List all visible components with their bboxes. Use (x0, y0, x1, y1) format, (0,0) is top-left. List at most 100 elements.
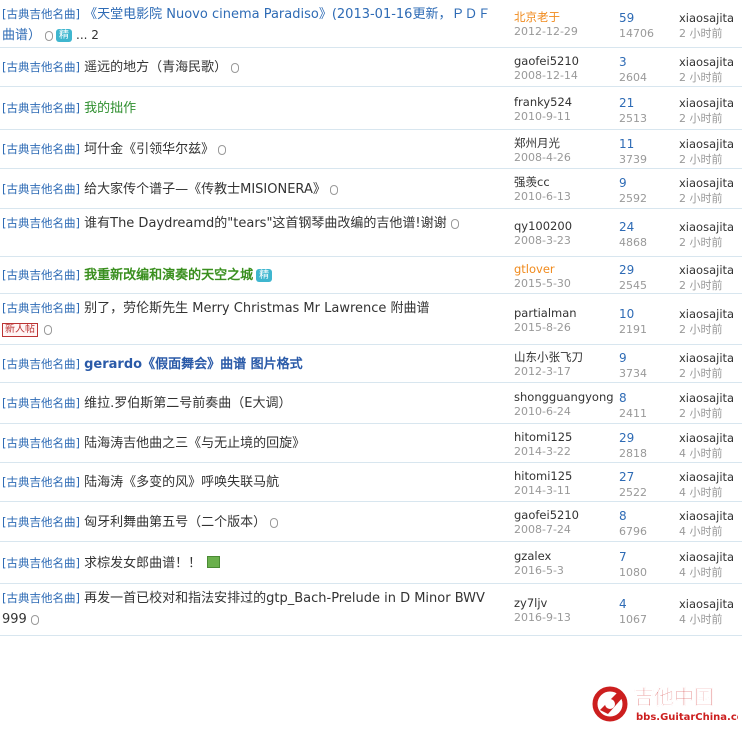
reply-count[interactable]: 29 (619, 263, 634, 277)
reply-count[interactable]: 11 (619, 137, 634, 151)
author-link[interactable]: hitomi125 (514, 430, 572, 444)
last-post-time[interactable]: 4 小时前 (679, 486, 723, 499)
category-link[interactable]: [古典吉他名曲] (2, 216, 80, 230)
last-post-time[interactable]: 2 小时前 (679, 279, 723, 292)
last-poster-link[interactable]: xiaosajita (679, 509, 734, 523)
category-link[interactable]: [古典吉他名曲] (2, 436, 80, 450)
last-poster-link[interactable]: xiaosajita (679, 137, 734, 151)
last-post-time[interactable]: 4 小时前 (679, 566, 723, 579)
last-post-time[interactable]: 2 小时前 (679, 71, 723, 84)
reply-count[interactable]: 7 (619, 550, 627, 564)
thread-title-link[interactable]: 陆海涛《多变的风》呼唤失联马航 (84, 475, 279, 490)
author-link[interactable]: gzalex (514, 549, 551, 563)
author-link[interactable]: 山东小张飞刀 (514, 350, 583, 364)
last-poster-link[interactable]: xiaosajita (679, 550, 734, 564)
thread-title-link[interactable]: 别了，劳伦斯先生 Merry Christmas Mr Lawrence 附曲谱 (84, 301, 429, 316)
category-link[interactable]: [古典吉他名曲] (2, 60, 80, 74)
thread-title-link[interactable]: 我重新改编和演奏的天空之城 (84, 268, 253, 283)
last-poster-link[interactable]: xiaosajita (679, 307, 734, 321)
last-poster-link[interactable]: xiaosajita (679, 55, 734, 69)
author-link[interactable]: 北京老于 (514, 10, 560, 24)
thread-title-link[interactable]: gerardo《假面舞会》曲谱 图片格式 (84, 357, 302, 372)
last-poster-link[interactable]: xiaosajita (679, 470, 734, 484)
last-poster-link[interactable]: xiaosajita (679, 431, 734, 445)
author-link[interactable]: gaofei5210 (514, 54, 579, 68)
author-link[interactable]: zy7ljv (514, 596, 547, 610)
thread-title-link[interactable]: 谁有The Daydreamd的"tears"这首钢琴曲改编的吉他谱!谢谢 (84, 216, 447, 231)
thread-title-cell: [古典吉他名曲] 坷什金《引领华尔兹》 (2, 139, 502, 160)
thread-title-link[interactable]: 遥远的地方（青海民歌） (84, 60, 227, 75)
reply-count[interactable]: 9 (619, 351, 627, 365)
author-link[interactable]: gaofei5210 (514, 508, 579, 522)
category-link[interactable]: [古典吉他名曲] (2, 475, 80, 489)
category-link[interactable]: [古典吉他名曲] (2, 301, 80, 315)
last-poster-link[interactable]: xiaosajita (679, 11, 734, 25)
last-post-time[interactable]: 2 小时前 (679, 407, 723, 420)
thread-row: [古典吉他名曲] 匈牙利舞曲第五号（二个版本） gaofei5210 2008-7-… (0, 502, 742, 542)
last-poster-link[interactable]: xiaosajita (679, 220, 734, 234)
thread-title-link[interactable]: 维拉.罗伯斯第二号前奏曲（E大调） (84, 396, 291, 411)
category-link[interactable]: [古典吉他名曲] (2, 101, 80, 115)
author-link[interactable]: qy100200 (514, 219, 572, 233)
reply-count[interactable]: 24 (619, 220, 634, 234)
last-poster-link[interactable]: xiaosajita (679, 391, 734, 405)
author-link[interactable]: hitomi125 (514, 469, 572, 483)
last-post-time[interactable]: 2 小时前 (679, 367, 723, 380)
last-poster-link[interactable]: xiaosajita (679, 351, 734, 365)
category-link[interactable]: [古典吉他名曲] (2, 556, 80, 570)
author-link[interactable]: 强羡cc (514, 175, 550, 189)
reply-count[interactable]: 10 (619, 307, 634, 321)
last-post-cell: xiaosajita 4 小时前 (679, 508, 734, 539)
author-link[interactable]: partialman (514, 306, 577, 320)
thread-title-link[interactable]: 我的拙作 (84, 101, 136, 116)
last-poster-link[interactable]: xiaosajita (679, 176, 734, 190)
last-post-time[interactable]: 2 小时前 (679, 192, 723, 205)
last-post-time[interactable]: 2 小时前 (679, 27, 723, 40)
last-post-time[interactable]: 4 小时前 (679, 525, 723, 538)
reply-count[interactable]: 27 (619, 470, 634, 484)
reply-count[interactable]: 59 (619, 11, 634, 25)
attachment-icon (30, 615, 39, 625)
thread-title-link[interactable]: 匈牙利舞曲第五号（二个版本） (84, 515, 266, 530)
reply-count[interactable]: 29 (619, 431, 634, 445)
category-link[interactable]: [古典吉他名曲] (2, 357, 80, 371)
category-link[interactable]: [古典吉他名曲] (2, 591, 80, 605)
last-post-time[interactable]: 4 小时前 (679, 447, 723, 460)
post-date: 2008-7-24 (514, 523, 571, 536)
category-link[interactable]: [古典吉他名曲] (2, 396, 80, 410)
thread-title-cell: [古典吉他名曲] gerardo《假面舞会》曲谱 图片格式 (2, 354, 502, 375)
last-post-time[interactable]: 2 小时前 (679, 112, 723, 125)
reply-count[interactable]: 21 (619, 96, 634, 110)
last-post-time[interactable]: 2 小时前 (679, 323, 723, 336)
last-post-time[interactable]: 2 小时前 (679, 153, 723, 166)
author-link[interactable]: shongguangyong (514, 390, 614, 404)
thread-row: [古典吉他名曲] 遥远的地方（青海民歌） gaofei5210 2008-12-14… (0, 48, 742, 87)
author-link[interactable]: gtlover (514, 262, 555, 276)
author-cell: partialman 2015-8-26 (514, 306, 577, 335)
thread-title-link[interactable]: 求棕发女郎曲谱！！ (84, 556, 201, 571)
reply-count[interactable]: 8 (619, 509, 627, 523)
category-link[interactable]: [古典吉他名曲] (2, 7, 80, 21)
category-link[interactable]: [古典吉他名曲] (2, 182, 80, 196)
last-poster-link[interactable]: xiaosajita (679, 96, 734, 110)
thread-title-cell: [古典吉他名曲] 求棕发女郎曲谱！！ (2, 553, 502, 574)
category-link[interactable]: [古典吉他名曲] (2, 142, 80, 156)
author-link[interactable]: franky524 (514, 95, 572, 109)
last-post-time[interactable]: 2 小时前 (679, 236, 723, 249)
page-links[interactable]: ... 2 (76, 28, 99, 42)
watermark-brand: 吉他中国 (634, 685, 714, 709)
author-link[interactable]: 郑州月光 (514, 136, 560, 150)
last-post-cell: xiaosajita 2 小时前 (679, 350, 734, 381)
reply-count[interactable]: 4 (619, 597, 627, 611)
last-poster-link[interactable]: xiaosajita (679, 263, 734, 277)
reply-count[interactable]: 9 (619, 176, 627, 190)
thread-title-link[interactable]: 陆海涛吉他曲之三《与无止境的回旋》 (84, 436, 305, 451)
last-poster-link[interactable]: xiaosajita (679, 597, 734, 611)
thread-title-link[interactable]: 坷什金《引领华尔兹》 (84, 142, 214, 157)
category-link[interactable]: [古典吉他名曲] (2, 515, 80, 529)
reply-count[interactable]: 3 (619, 55, 627, 69)
reply-count[interactable]: 8 (619, 391, 627, 405)
thread-title-link[interactable]: 给大家传个谱子—《传教士MISIONERA》 (84, 182, 326, 197)
category-link[interactable]: [古典吉他名曲] (2, 268, 80, 282)
last-post-time[interactable]: 4 小时前 (679, 613, 723, 626)
